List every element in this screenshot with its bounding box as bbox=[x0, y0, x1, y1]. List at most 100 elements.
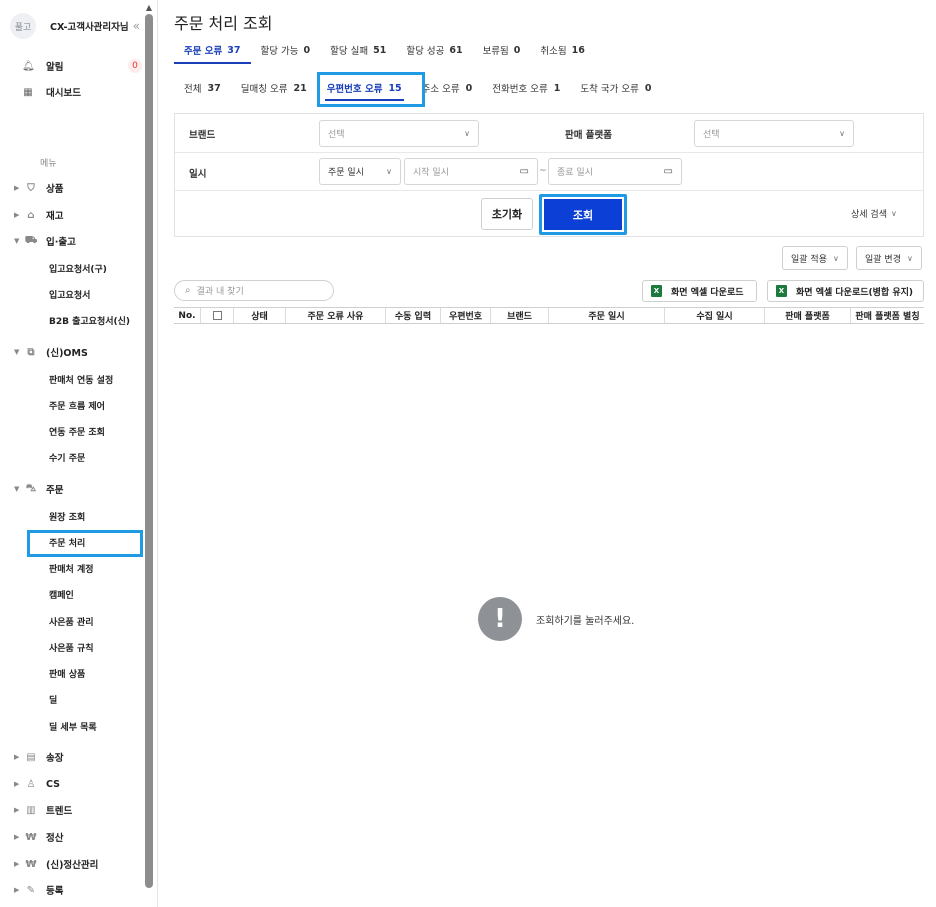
warehouse-icon: ⌂ bbox=[27, 209, 35, 221]
sidebar-section-inout[interactable]: ▼ ⛟ 입·출고 bbox=[14, 233, 144, 249]
tab-count: 1 bbox=[553, 82, 561, 94]
select-all-checkbox[interactable] bbox=[212, 311, 222, 320]
chevron-down-icon: ∨ bbox=[464, 129, 470, 138]
sidebar-section-invoice[interactable]: ▶ ▤ 송장 bbox=[14, 749, 144, 765]
sidebar-item-manual-order[interactable]: 수기 주문 bbox=[49, 449, 149, 465]
calendar-icon[interactable]: ▭ bbox=[520, 166, 529, 177]
start-date-input[interactable]: 시작 일시 ▭ bbox=[404, 158, 538, 185]
advanced-search-label: 상세 검색 bbox=[851, 210, 887, 220]
collapse-sidebar-icon[interactable]: « bbox=[133, 19, 140, 33]
sidebar-section-stock[interactable]: ▶ ⌂ 재고 bbox=[14, 207, 144, 223]
brand-select[interactable]: 선택 ∨ bbox=[319, 120, 479, 147]
col-brand[interactable]: 브랜드 bbox=[491, 308, 549, 323]
col-postal-code[interactable]: 우편번호 bbox=[441, 308, 491, 323]
download-excel-button[interactable]: X 화면 엑셀 다운로드 bbox=[642, 280, 757, 302]
sidebar-item-dashboard[interactable]: ▦ 대시보드 bbox=[22, 83, 142, 101]
sidebar-item-inbound[interactable]: 입고요청서 bbox=[49, 286, 149, 302]
filter-panel: 브랜드 선택 ∨ 판매 플랫폼 선택 ∨ 일시 주문 일시 ∨ 시작 일시 ▭ … bbox=[174, 113, 924, 237]
tab-assign-failed[interactable]: 할당 실패 51 bbox=[320, 37, 396, 63]
sidebar-section-product[interactable]: ▶ ⛉ 상품 bbox=[14, 180, 144, 196]
sidebar-section-register[interactable]: ▶ ✎ 등록 bbox=[14, 882, 144, 898]
section-label: 입·출고 bbox=[46, 237, 76, 248]
sidebar-item-deal[interactable]: 딜 bbox=[49, 691, 149, 707]
dashboard-label: 대시보드 bbox=[46, 88, 81, 99]
download-excel-merge-button[interactable]: X 화면 엑셀 다운로드(병합 유지) bbox=[767, 280, 924, 302]
sidebar-item-linked-orders[interactable]: 연동 주문 조회 bbox=[49, 423, 149, 439]
reset-button[interactable]: 초기화 bbox=[481, 198, 533, 230]
empty-message: 조회하기를 눌러주세요. bbox=[536, 615, 635, 627]
end-date-input[interactable]: 종료 일시 ▭ bbox=[548, 158, 682, 185]
tab-country-error[interactable]: 도착 국가 오류 0 bbox=[570, 74, 661, 102]
won-icon: ₩ bbox=[25, 831, 37, 843]
bulk-change-button[interactable]: 일괄 변경 ∨ bbox=[856, 246, 922, 270]
date-type-select[interactable]: 주문 일시 ∨ bbox=[319, 158, 401, 185]
sidebar-item-deal-detail[interactable]: 딜 세부 목록 bbox=[49, 718, 149, 734]
sidebar-item-gift-manage[interactable]: 사은품 관리 bbox=[49, 613, 149, 629]
section-label: 주문 bbox=[46, 485, 64, 496]
tab-count: 0 bbox=[513, 44, 521, 56]
chevron-down-icon: ∨ bbox=[832, 253, 839, 263]
sidebar-item-gift-rule[interactable]: 사은품 규칙 bbox=[49, 639, 149, 655]
tab-all[interactable]: 전체 37 bbox=[174, 74, 231, 102]
pencil-icon: ✎ bbox=[26, 884, 36, 896]
sidebar-item-order-processing[interactable]: 주문 처리 bbox=[49, 534, 149, 550]
tab-assign-success[interactable]: 할당 성공 61 bbox=[396, 37, 472, 63]
col-sales-platform[interactable]: 판매 플랫폼 bbox=[765, 308, 851, 323]
invoice-icon: ▤ bbox=[26, 751, 36, 763]
platform-select-value: 선택 bbox=[703, 130, 720, 140]
tab-order-error[interactable]: 주문 오류 37 bbox=[174, 37, 251, 64]
sidebar-item-seller-account[interactable]: 판매처 계정 bbox=[49, 560, 149, 576]
sidebar-scrollbar[interactable] bbox=[145, 14, 153, 888]
tab-on-hold[interactable]: 보류됨 0 bbox=[473, 37, 531, 63]
download-excel-merge-label: 화면 엑셀 다운로드(병합 유지) bbox=[796, 287, 913, 298]
tab-label: 주문 오류 bbox=[184, 46, 223, 57]
sidebar-section-oms[interactable]: ▼ ⧉ (신)OMS bbox=[14, 344, 144, 360]
advanced-search-toggle[interactable]: 상세 검색 ∨ bbox=[851, 207, 897, 220]
platform-select[interactable]: 선택 ∨ bbox=[694, 120, 854, 147]
truck-icon: ⛟ bbox=[24, 234, 38, 246]
sidebar-item-sale-product[interactable]: 판매 상품 bbox=[49, 665, 149, 681]
chevron-right-icon: ▶ bbox=[14, 833, 20, 841]
chevron-down-icon: ▼ bbox=[14, 237, 20, 245]
sidebar-item-b2b-outbound[interactable]: B2B 출고요청서(신) bbox=[49, 312, 149, 328]
sidebar-item-ledger[interactable]: 원장 조회 bbox=[49, 508, 149, 524]
tab-count: 0 bbox=[465, 82, 473, 94]
tab-cancelled[interactable]: 취소됨 16 bbox=[530, 37, 594, 63]
sidebar-item-alerts[interactable]: 🔔︎ 알림 0 bbox=[22, 57, 142, 75]
col-status[interactable]: 상태 bbox=[234, 308, 286, 323]
excel-icon: X bbox=[651, 285, 662, 297]
page-title: 주문 처리 조회 bbox=[174, 14, 273, 33]
sidebar-item-inbound-old[interactable]: 입고요청서(구) bbox=[49, 260, 149, 276]
sidebar-item-order-flow[interactable]: 주문 흐름 제어 bbox=[49, 397, 149, 413]
search-button[interactable]: 조회 bbox=[539, 194, 627, 235]
tab-deal-matching-error[interactable]: 딜매칭 오류 21 bbox=[231, 74, 317, 102]
col-no: No. bbox=[174, 308, 201, 323]
calendar-icon[interactable]: ▭ bbox=[664, 166, 673, 177]
scroll-up-icon[interactable]: ▲ bbox=[145, 3, 153, 12]
date-label: 일시 bbox=[189, 169, 207, 180]
tab-count: 0 bbox=[644, 82, 652, 94]
sidebar-section-order[interactable]: ▼ ⛍ 주문 bbox=[14, 481, 144, 497]
sidebar-section-settle[interactable]: ▶ ₩ 정산 bbox=[14, 829, 144, 845]
col-manual-input[interactable]: 수동 입력 bbox=[386, 308, 441, 323]
search-in-results-input[interactable]: ⌕ 결과 내 찾기 bbox=[174, 280, 334, 301]
tab-phone-error[interactable]: 전화번호 오류 1 bbox=[482, 74, 570, 102]
chevron-right-icon: ▶ bbox=[14, 806, 20, 814]
chevron-down-icon: ∨ bbox=[890, 209, 897, 218]
sidebar-section-cs[interactable]: ▶ ♙ CS bbox=[14, 776, 144, 792]
bulk-apply-button[interactable]: 일괄 적용 ∨ bbox=[782, 246, 848, 270]
main-content: 주문 처리 조회 주문 오류 37 할당 가능 0 할당 실패 51 할당 성공 61 … bbox=[158, 0, 936, 907]
col-collect-date[interactable]: 수집 일시 bbox=[665, 308, 765, 323]
sidebar-item-seller-link[interactable]: 판매처 연동 설정 bbox=[49, 371, 149, 387]
exclamation-icon: ! bbox=[478, 597, 522, 641]
col-order-date[interactable]: 주문 일시 bbox=[549, 308, 665, 323]
col-order-error-reason[interactable]: 주문 오류 사유 bbox=[286, 308, 386, 323]
chevron-right-icon: ▶ bbox=[14, 780, 20, 788]
tab-count: 21 bbox=[293, 82, 307, 94]
col-platform-alias[interactable]: 판매 플랫폼 별칭 bbox=[851, 308, 924, 323]
tab-assignable[interactable]: 할당 가능 0 bbox=[251, 37, 321, 63]
sidebar-item-campaign[interactable]: 캠페인 bbox=[49, 586, 149, 602]
sidebar-section-settle-new[interactable]: ▶ ₩ (신)정산관리 bbox=[14, 856, 144, 872]
sidebar-section-trend[interactable]: ▶ ▥ 트렌드 bbox=[14, 802, 144, 818]
tab-label: 할당 실패 bbox=[330, 46, 369, 57]
